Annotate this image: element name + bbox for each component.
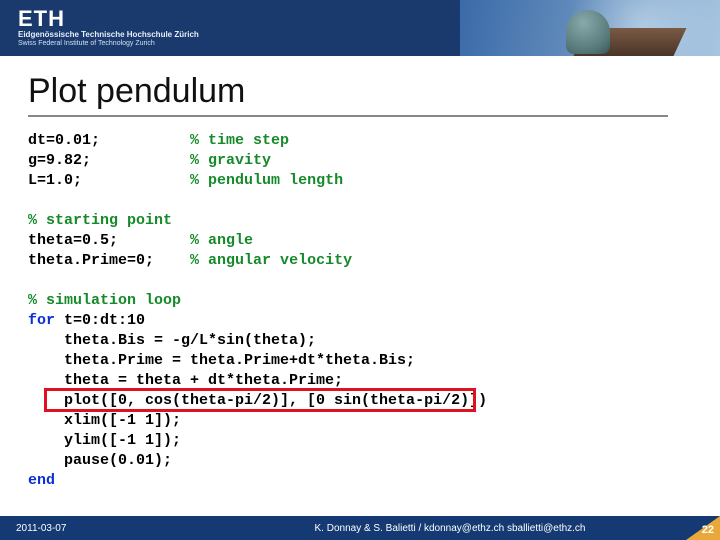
code-l5b: % angle (190, 232, 253, 249)
code-l1a: dt=0.01; (28, 132, 100, 149)
slide-title: Plot pendulum (28, 72, 668, 117)
code-l3b: % pendulum length (190, 172, 343, 189)
code-l9: theta.Bis = -g/L*sin(theta); (28, 332, 316, 349)
code-l15: pause(0.01); (28, 452, 172, 469)
code-l8-kw: for (28, 312, 64, 329)
code-block: dt=0.01; % time step g=9.82; % gravity L… (0, 127, 720, 491)
code-l8: t=0:dt:10 (64, 312, 145, 329)
code-l11: theta = theta + dt*theta.Prime; (28, 372, 343, 389)
code-l14: ylim([-1 1]); (28, 432, 181, 449)
code-l13: xlim([-1 1]); (28, 412, 181, 429)
title-wrap: Plot pendulum (0, 56, 720, 127)
header-dome-shape (566, 10, 610, 54)
code-l10: theta.Prime = theta.Prime+dt*theta.Bis; (28, 352, 415, 369)
code-l7: % simulation loop (28, 292, 181, 309)
code-l16: end (28, 472, 55, 489)
header-banner: ETH Eidgenössische Technische Hochschule… (0, 0, 720, 56)
footer-date: 2011-03-07 (0, 523, 180, 534)
eth-subtitle-de: Eidgenössische Technische Hochschule Zür… (18, 30, 199, 39)
footer-center: K. Donnay & S. Balietti / kdonnay@ethz.c… (180, 523, 720, 534)
code-l12: plot([0, cos(theta-pi/2)], [0 sin(theta-… (28, 392, 487, 409)
eth-subtitle-en: Swiss Federal Institute of Technology Zu… (18, 40, 155, 47)
code-l4: % starting point (28, 212, 172, 229)
code-l6b: % angular velocity (190, 252, 352, 269)
eth-logo: ETH (18, 6, 65, 32)
code-l5a: theta=0.5; (28, 232, 118, 249)
footer: 2011-03-07 K. Donnay & S. Balietti / kdo… (0, 516, 720, 540)
code-l1b: % time step (190, 132, 289, 149)
code-l2a: g=9.82; (28, 152, 91, 169)
code-l6a: theta.Prime=0; (28, 252, 154, 269)
code-l2b: % gravity (190, 152, 271, 169)
slide: ETH Eidgenössische Technische Hochschule… (0, 0, 720, 540)
footer-page-number: 22 (702, 524, 714, 536)
code-l3a: L=1.0; (28, 172, 82, 189)
